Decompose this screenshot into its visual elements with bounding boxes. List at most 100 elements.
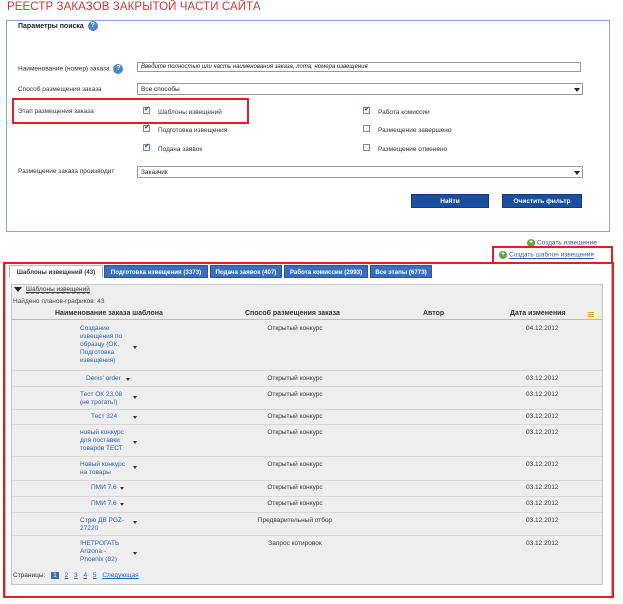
page-title: РЕЕСТР ЗАКАЗОВ ЗАКРЫТОЙ ЧАСТИ САЙТА [7, 1, 261, 13]
pager: Страницы: 1 2 3 4 5 Следующая [13, 572, 141, 579]
table-row-method-9: Запрос котировок [268, 540, 322, 547]
producer-label: Размещение заказа производит [18, 168, 115, 175]
stage-label: Этап размещения заказа [18, 108, 94, 115]
stage-checkbox-commission[interactable] [363, 105, 370, 114]
pager-next[interactable]: Следующая [102, 572, 138, 579]
stage-checkbox-completed[interactable] [363, 125, 370, 132]
row-divider [12, 386, 602, 387]
row-divider [12, 424, 602, 425]
stage-label-completed: Размещение завершено [378, 127, 452, 134]
tab-templates[interactable]: Шаблоны извещений (43) [9, 265, 103, 278]
table-row-date-0: 04.12.2012 [526, 325, 559, 332]
column-header-name[interactable]: Наименование заказа шаблона [55, 310, 163, 317]
table-row-name-0[interactable]: Создание извещения по образцу (ОК, Подго… [80, 325, 134, 365]
row-divider [12, 535, 602, 536]
pager-page-2[interactable]: 2 [65, 572, 69, 579]
pager-page-1[interactable]: 1 [51, 572, 59, 579]
header-divider [12, 319, 602, 320]
producer-select-value: Заказчик [141, 169, 168, 176]
table-row-method-8: Предварительный отбор [257, 517, 333, 524]
table-row-date-7: 03.12.2012 [526, 500, 559, 507]
row-menu-caret-icon[interactable] [133, 466, 137, 469]
question-icon[interactable]: ? [87, 21, 98, 31]
table-row-date-3: 03.12.2012 [526, 413, 559, 420]
table-row-method-1: Открытый конкурс [267, 375, 323, 382]
table-row-name-9[interactable]: !НЕТРОГАТЬ Arizona - Phoenix (82) [80, 540, 130, 564]
table-row-name-7[interactable]: ПМИ 7.6 [91, 500, 131, 508]
table-row-method-6: Открытый конкурс [267, 484, 323, 491]
group-label[interactable]: Шаблоны извещений [26, 286, 90, 294]
stage-label-commission: Работа комиссии [378, 109, 430, 116]
table-row-date-8: 03.12.2012 [526, 517, 559, 524]
stage-label-bids: Подача заявок [158, 146, 203, 153]
pager-page-5[interactable]: 5 [93, 572, 97, 579]
table-row-name-6[interactable]: ПМИ 7.6 [91, 484, 131, 492]
table-row-method-5: Открытый конкурс [267, 461, 323, 468]
order-name-label: Наименование (номер) заказа ? [18, 64, 124, 74]
create-template-link[interactable]: + Создать шаблон извещения [499, 251, 594, 259]
menu-icon[interactable] [588, 312, 594, 317]
table-row-name-4[interactable]: новый конкурс для поставки товаров ТЕСТ [80, 429, 128, 453]
table-row-date-2: 03.12.2012 [526, 391, 559, 398]
row-menu-caret-icon[interactable] [120, 503, 124, 506]
column-header-method[interactable]: Способ размещения заказа [245, 310, 340, 317]
stage-label-cancelled: Размещение отменено [378, 146, 448, 153]
column-header-date[interactable]: Дата изменения [510, 310, 566, 317]
stage-checkbox-preparation[interactable] [143, 123, 150, 132]
table-row-method-2: Открытый конкурс [267, 391, 323, 398]
table-row-date-5: 03.12.2012 [526, 461, 559, 468]
stage-checkbox-bids[interactable] [143, 142, 150, 151]
table-row-name-8[interactable]: Стрю ДВ PGZ-27220 [80, 517, 130, 533]
row-divider [12, 370, 602, 371]
stage-label-templates: Шаблоны извещений [158, 109, 222, 116]
method-label: Способ размещения заказа [18, 86, 102, 93]
row-divider [12, 512, 602, 513]
table-row-date-1: 03.12.2012 [526, 375, 559, 382]
tab-preparation[interactable]: Подготовка извещения (3373) [104, 265, 208, 278]
tab-bids[interactable]: Подача заявок (407) [210, 265, 282, 278]
find-button[interactable]: Найти [411, 194, 489, 208]
table-row-name-5[interactable]: Новый конкурс на товары [80, 461, 130, 477]
row-divider [12, 496, 602, 497]
stage-label-preparation: Подготовка извещения [158, 127, 228, 134]
table-row-method-0: Открытый конкурс [267, 325, 323, 332]
table-row-name-2[interactable]: Тест ОК 23.08 (не трогать!) [80, 391, 128, 407]
pager-page-3[interactable]: 3 [74, 572, 78, 579]
row-menu-caret-icon[interactable] [133, 552, 137, 555]
collapse-triangle-icon[interactable] [14, 287, 22, 292]
row-divider [12, 409, 602, 410]
pager-label: Страницы: [13, 572, 46, 579]
search-params-title: Параметры поиска ? [18, 21, 98, 31]
pager-page-4[interactable]: 4 [83, 572, 87, 579]
row-menu-caret-icon[interactable] [126, 378, 130, 381]
row-menu-caret-icon[interactable] [133, 521, 137, 524]
table-row-date-4: 03.12.2012 [526, 429, 559, 436]
table-row-method-3: Открытый конкурс [267, 413, 323, 420]
row-menu-caret-icon[interactable] [133, 441, 137, 444]
clear-filter-button[interactable]: Очистить фильтр [502, 194, 582, 208]
row-divider [12, 456, 602, 457]
table-row-name-3[interactable]: Тест 324 [91, 413, 131, 421]
method-select-value: Все способы [141, 86, 180, 93]
row-menu-caret-icon[interactable] [120, 487, 124, 490]
producer-select[interactable]: Заказчик [137, 166, 583, 178]
table-row-method-7: Открытый конкурс [267, 500, 323, 507]
row-menu-caret-icon[interactable] [133, 346, 137, 349]
chevron-down-icon [574, 88, 580, 92]
column-header-author[interactable]: Автор [423, 310, 444, 317]
table-row-date-6: 03.12.2012 [526, 484, 559, 491]
row-menu-caret-icon[interactable] [133, 416, 137, 419]
row-menu-caret-icon[interactable] [133, 396, 137, 399]
stage-checkbox-templates[interactable] [143, 105, 150, 114]
plus-icon: + [499, 251, 507, 259]
method-select[interactable]: Все способы [137, 83, 583, 95]
order-name-input[interactable]: Введите полностью или часть наименования… [137, 62, 581, 72]
chevron-down-icon [574, 171, 580, 175]
stage-checkbox-cancelled[interactable] [363, 144, 370, 151]
table-row-date-9: 03.12.2012 [526, 540, 559, 547]
group-header[interactable]: Шаблоны извещений [12, 285, 602, 295]
table-row-method-4: Открытый конкурс [267, 429, 323, 436]
tab-commission[interactable]: Работа комиссии (2993) [284, 265, 368, 278]
tab-all-stages[interactable]: Все этапы (6773) [370, 265, 432, 278]
question-icon[interactable]: ? [113, 64, 124, 74]
